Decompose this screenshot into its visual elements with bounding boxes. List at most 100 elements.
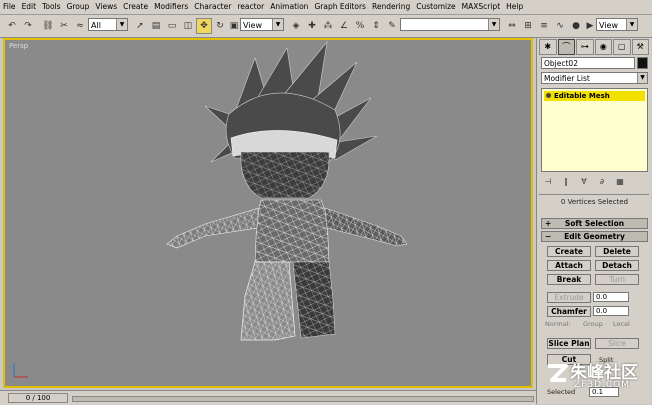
object-color-swatch[interactable] — [637, 57, 648, 69]
named-selection-dropdown[interactable]: ▼ — [400, 18, 500, 31]
modifier-list-dropdown[interactable]: Modifier List ▼ — [541, 72, 648, 84]
menu-modifiers[interactable]: Modifiers — [151, 0, 191, 14]
attach-button[interactable]: Attach — [547, 260, 591, 271]
hierarchy-tab-icon[interactable]: ⊶ — [576, 39, 594, 55]
delete-button[interactable]: Delete — [595, 246, 639, 257]
select-move-icon[interactable]: ✥ — [196, 18, 212, 34]
command-panel: ✱ ⌒ ⊶ ◉ ▢ ⚒ Object02 Modifier List ▼ Edi… — [536, 38, 651, 404]
stack-tools: ⊣ ∥ ∀ ∂ ▦ — [541, 175, 648, 189]
lightbulb-icon[interactable] — [546, 93, 551, 98]
undo-icon[interactable]: ↶ — [4, 18, 20, 34]
chamfer-button[interactable]: Chamfer — [547, 306, 591, 317]
menu-tools[interactable]: Tools — [39, 0, 63, 14]
extrude-button[interactable]: Extrude — [547, 292, 591, 303]
utilities-tab-icon[interactable]: ⚒ — [631, 39, 649, 55]
render-view-dropdown[interactable]: View ▼ — [596, 18, 638, 31]
watermark-url: ZF3D.COM — [574, 380, 630, 390]
rectangular-selection-icon[interactable]: ▭ — [164, 18, 180, 34]
select-manipulate-icon[interactable]: ✚ — [304, 18, 320, 34]
slice-button[interactable]: Slice — [595, 338, 639, 349]
window-crossing-icon[interactable]: ◫ — [180, 18, 196, 34]
command-panel-tabs: ✱ ⌒ ⊶ ◉ ▢ ⚒ — [539, 39, 649, 55]
detach-button[interactable]: Detach — [595, 260, 639, 271]
curve-editor-icon[interactable]: ∿ — [552, 18, 568, 34]
menu-create[interactable]: Create — [120, 0, 151, 14]
site-watermark: 朱峰社区 ZF3D.COM — [540, 356, 652, 402]
chevron-down-icon: ▼ — [626, 19, 637, 30]
menu-bar: File Edit Tools Group Views Create Modifiers Ch… — [0, 0, 652, 15]
modifier-stack[interactable]: Editable Mesh — [541, 88, 648, 172]
mirror-icon[interactable]: ⇔ — [504, 18, 520, 34]
spinner-snap-icon[interactable]: ⇕ — [368, 18, 384, 34]
menu-customize[interactable]: Customize — [413, 0, 458, 14]
chevron-down-icon: ▼ — [488, 19, 499, 30]
edit-named-selection-icon[interactable]: ✎ — [384, 18, 400, 34]
menu-maxscript[interactable]: MAXScript — [459, 0, 504, 14]
minus-icon: − — [545, 232, 552, 241]
chevron-down-icon: ▼ — [272, 19, 283, 30]
stack-item-label: Editable Mesh — [554, 92, 610, 100]
normal-label: Normal: — [545, 320, 571, 328]
main-toolbar: ↶ ↷ ⛓ ✂ ≈ All ▼ ➚ ▤ ▭ ◫ ✥ ↻ ▣ View ▼ ◈ ✚… — [0, 15, 652, 38]
soft-selection-rollout[interactable]: + Soft Selection — [541, 218, 648, 229]
pivot-center-icon[interactable]: ◈ — [288, 18, 304, 34]
render-view-value: View — [599, 21, 618, 30]
make-unique-icon[interactable]: ∀ — [577, 176, 591, 188]
align-icon[interactable]: ⊞ — [520, 18, 536, 34]
menu-edit[interactable]: Edit — [19, 0, 40, 14]
menu-reactor[interactable]: reactor — [234, 0, 267, 14]
chevron-down-icon: ▼ — [637, 73, 647, 83]
create-tab-icon[interactable]: ✱ — [539, 39, 557, 55]
selection-filter-value: All — [91, 21, 101, 30]
chamfer-amount-spinner[interactable]: 0.0 — [593, 306, 629, 316]
create-button[interactable]: Create — [547, 246, 591, 257]
menu-file[interactable]: File — [0, 0, 19, 14]
break-button[interactable]: Break — [547, 274, 591, 285]
perspective-viewport[interactable]: Persp — [3, 38, 533, 388]
select-object-icon[interactable]: ➚ — [132, 18, 148, 34]
link-icon[interactable]: ⛓ — [40, 18, 56, 34]
select-by-name-icon[interactable]: ▤ — [148, 18, 164, 34]
rollout-label: Edit Geometry — [564, 232, 625, 241]
object-name-field[interactable]: Object02 — [541, 57, 635, 69]
motion-tab-icon[interactable]: ◉ — [594, 39, 612, 55]
menu-animation[interactable]: Animation — [267, 0, 311, 14]
show-end-result-icon[interactable]: ∥ — [559, 176, 573, 188]
selection-filter-dropdown[interactable]: All ▼ — [88, 18, 128, 31]
edit-geometry-rollout[interactable]: − Edit Geometry — [541, 231, 648, 242]
menu-views[interactable]: Views — [92, 0, 120, 14]
selection-count: 0 Vertices Selected — [560, 198, 629, 206]
pin-stack-icon[interactable]: ⊣ — [541, 176, 555, 188]
configure-sets-icon[interactable]: ▦ — [613, 176, 627, 188]
redo-icon[interactable]: ↷ — [20, 18, 36, 34]
reference-coordinate-dropdown[interactable]: View ▼ — [240, 18, 284, 31]
menu-help[interactable]: Help — [503, 0, 526, 14]
axis-tripod-icon — [13, 363, 28, 378]
unlink-icon[interactable]: ✂ — [56, 18, 72, 34]
time-slider[interactable]: 0 / 100 — [8, 393, 68, 403]
menu-graph-editors[interactable]: Graph Editors — [311, 0, 369, 14]
snap-toggle-icon[interactable]: ⁂ — [320, 18, 336, 34]
group-radio[interactable]: Group — [583, 320, 603, 328]
modify-tab-icon[interactable]: ⌒ — [557, 39, 575, 55]
divider — [539, 194, 649, 195]
menu-group[interactable]: Group — [64, 0, 93, 14]
bind-space-warp-icon[interactable]: ≈ — [72, 18, 88, 34]
menu-character[interactable]: Character — [191, 0, 234, 14]
stack-item-editable-mesh[interactable]: Editable Mesh — [544, 91, 645, 101]
display-tab-icon[interactable]: ▢ — [613, 39, 631, 55]
reference-coordinate-value: View — [243, 21, 262, 30]
rollout-label: Soft Selection — [564, 219, 625, 228]
turn-button[interactable]: Turn — [595, 274, 639, 285]
timeline-track[interactable] — [72, 396, 534, 402]
local-radio[interactable]: Local — [613, 320, 630, 328]
angle-snap-icon[interactable]: ∠ — [336, 18, 352, 34]
menu-rendering[interactable]: Rendering — [369, 0, 413, 14]
chevron-down-icon: ▼ — [116, 19, 127, 30]
status-bar: 0 / 100 — [0, 390, 536, 405]
remove-modifier-icon[interactable]: ∂ — [595, 176, 609, 188]
slice-plane-button[interactable]: Slice Plan — [547, 338, 591, 349]
layer-manager-icon[interactable]: ≡ — [536, 18, 552, 34]
extrude-amount-spinner[interactable]: 0.0 — [593, 292, 629, 302]
percent-snap-icon[interactable]: % — [352, 18, 368, 34]
